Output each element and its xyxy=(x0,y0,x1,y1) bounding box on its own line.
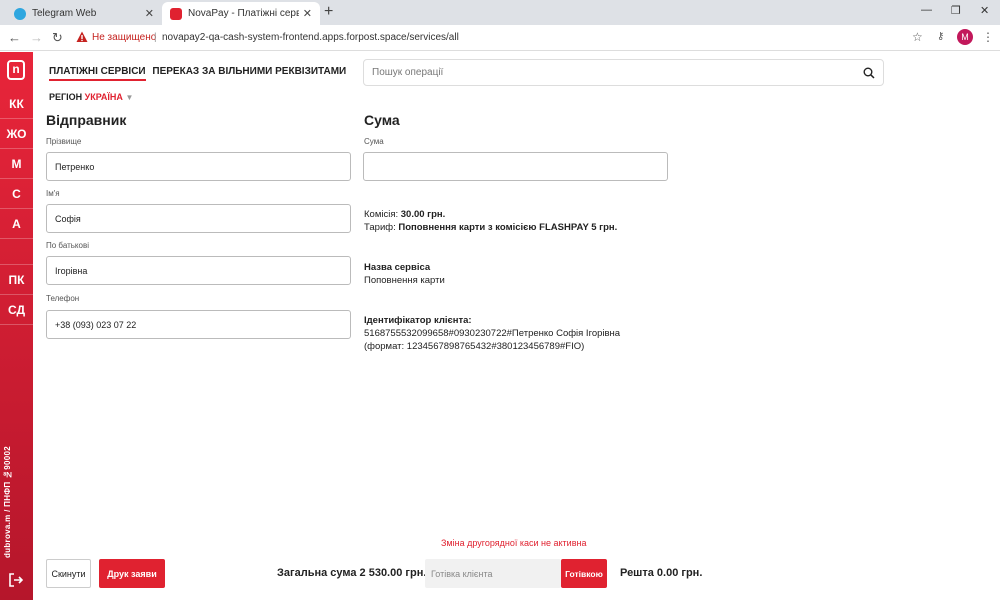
caret-down-icon: ▼ xyxy=(125,93,134,102)
client-cash-input[interactable] xyxy=(431,568,555,579)
logout-icon[interactable] xyxy=(8,572,24,588)
firstname-label: Ім'я xyxy=(46,189,60,198)
tab-free-transfer[interactable]: ПЕРЕКАЗ ЗА ВІЛЬНИМИ РЕКВІЗИТАМИ xyxy=(152,66,346,77)
telegram-icon xyxy=(14,7,26,20)
minimize-icon[interactable]: — xyxy=(921,4,932,16)
surname-label: Прізвище xyxy=(46,137,82,146)
amount-heading: Сума xyxy=(364,112,400,128)
restore-icon[interactable]: ❐ xyxy=(951,4,961,17)
patronymic-label: По батькові xyxy=(46,241,89,250)
service-info: Назва сервіса Поповнення карти xyxy=(364,261,445,287)
not-secure-label[interactable]: Не защищено xyxy=(92,32,156,43)
change-amount: Решта 0.00 грн. xyxy=(620,567,703,579)
browser-tab-bar: Telegram Web ✕ NovaPay - Платіжні сервіс… xyxy=(0,0,1000,25)
warning-icon xyxy=(76,31,88,42)
firstname-input[interactable] xyxy=(55,213,342,224)
search-icon[interactable] xyxy=(863,67,875,79)
client-id-value: 5168755532099658#0930230722#Петренко Соф… xyxy=(364,328,621,339)
commission-label: Комісія: xyxy=(364,209,399,220)
amount-label: Сума xyxy=(364,137,384,146)
region-selector[interactable]: РЕГІОН УКРАЇНА ▼ xyxy=(49,92,133,102)
address-bar: ← → ↻ Не защищено | novapay2-qa-cash-sys… xyxy=(0,25,1000,51)
patronymic-field[interactable] xyxy=(46,256,351,285)
region-value: УКРАЇНА xyxy=(84,92,123,102)
patronymic-input[interactable] xyxy=(55,265,342,276)
sidebar: n КК ЖО М С А ПК СД dubrova.m / ПНФП №90… xyxy=(0,52,33,600)
service-name-label: Назва сервіса xyxy=(364,262,431,273)
novapay-logo[interactable]: n xyxy=(7,60,25,80)
total-amount: Загальна сума 2 530.00 грн. xyxy=(277,567,427,579)
print-application-button[interactable]: Друк заяви xyxy=(99,559,165,588)
pay-cash-button[interactable]: Готівкою xyxy=(561,559,607,588)
browser-tab-telegram[interactable]: Telegram Web ✕ xyxy=(6,2,162,25)
novapay-icon xyxy=(170,7,182,20)
browser-tab-novapay[interactable]: NovaPay - Платіжні сервіси ✕ xyxy=(162,2,320,25)
region-label: РЕГІОН xyxy=(49,92,83,102)
sidebar-item-pk[interactable]: ПК xyxy=(0,265,33,295)
url-text[interactable]: novapay2-qa-cash-system-frontend.apps.fo… xyxy=(162,32,459,43)
client-id-format: (формат: 1234567898765432#380123456789#F… xyxy=(364,341,585,352)
user-info-label: dubrova.m / ПНФП №90002 xyxy=(3,445,12,559)
new-tab-icon[interactable]: + xyxy=(324,3,333,21)
secondary-cash-warning: Зміна другорядної каси не активна xyxy=(441,538,587,548)
commission-info: Комісія: 30.00 грн. Тариф: Поповнення ка… xyxy=(364,208,617,234)
phone-label: Телефон xyxy=(46,294,80,303)
reload-icon[interactable]: ↻ xyxy=(52,30,63,46)
sidebar-item-a[interactable]: А xyxy=(0,209,33,239)
client-id-info: Ідентифікатор клієнта: 5168755532099658#… xyxy=(364,314,620,353)
service-name-value: Поповнення карти xyxy=(364,275,445,286)
menu-kebab-icon[interactable]: ⋮ xyxy=(982,30,994,44)
profile-avatar[interactable]: M xyxy=(957,29,973,45)
forward-icon[interactable]: → xyxy=(30,30,43,45)
tariff-label: Тариф: xyxy=(364,222,396,233)
divider: | xyxy=(154,32,157,43)
search-input[interactable] xyxy=(372,67,863,78)
tariff-value: Поповнення карти з комісією FLASHPAY 5 г… xyxy=(398,222,618,233)
commission-value: 30.00 грн. xyxy=(400,209,446,220)
back-icon[interactable]: ← xyxy=(8,30,21,45)
reset-button[interactable]: Скинути xyxy=(46,559,91,588)
close-window-icon[interactable]: ✕ xyxy=(980,4,989,17)
tab-payment-services[interactable]: ПЛАТІЖНІ СЕРВІСИ xyxy=(49,66,146,81)
surname-field[interactable] xyxy=(46,152,351,181)
close-tab-icon[interactable]: ✕ xyxy=(303,7,312,20)
client-id-label: Ідентифікатор клієнта: xyxy=(364,315,472,326)
bookmark-star-icon[interactable]: ☆ xyxy=(912,30,923,44)
sidebar-item-blank[interactable] xyxy=(0,239,33,265)
key-icon[interactable]: ⚷ xyxy=(937,31,944,42)
sidebar-item-kk[interactable]: КК xyxy=(0,89,33,119)
sender-heading: Відправник xyxy=(46,112,127,128)
amount-field[interactable] xyxy=(363,152,668,181)
amount-input[interactable] xyxy=(372,161,659,172)
tab-title: Telegram Web xyxy=(32,8,97,19)
close-tab-icon[interactable]: ✕ xyxy=(145,7,154,20)
service-tabs: ПЛАТІЖНІ СЕРВІСИ ПЕРЕКАЗ ЗА ВІЛЬНИМИ РЕК… xyxy=(49,66,350,81)
sidebar-item-zho[interactable]: ЖО xyxy=(0,119,33,149)
sidebar-item-s[interactable]: С xyxy=(0,179,33,209)
sidebar-item-sd[interactable]: СД xyxy=(0,295,33,325)
phone-input[interactable] xyxy=(55,319,342,330)
client-cash-field[interactable] xyxy=(425,559,561,588)
search-box xyxy=(363,59,884,86)
tab-title: NovaPay - Платіжні сервіси xyxy=(188,8,299,19)
firstname-field[interactable] xyxy=(46,204,351,233)
sidebar-item-m[interactable]: М xyxy=(0,149,33,179)
phone-field[interactable] xyxy=(46,310,351,339)
surname-input[interactable] xyxy=(55,161,342,172)
